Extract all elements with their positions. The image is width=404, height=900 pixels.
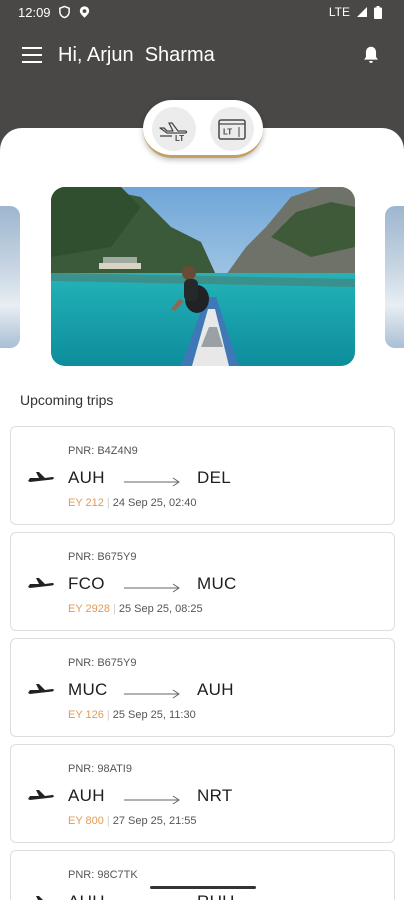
greeting-title: Hi, Arjun Sharma <box>58 44 215 66</box>
flight-lt-icon: LT <box>159 122 188 143</box>
trip-meta: EY 2928 | 25 Sep 25, 08:25 <box>68 603 203 615</box>
trip-meta: EY 126 | 25 Sep 25, 11:30 <box>68 709 196 721</box>
meta-separator: | <box>106 709 110 721</box>
airplane-icon <box>36 896 43 900</box>
battery-icon <box>374 5 382 19</box>
trip-card[interactable]: PNR: 98ATI9 AUH NRT EY 800 | 27 Sep 25, 21… <box>10 744 395 843</box>
trip-meta: EY 800 | 27 Sep 25, 21:55 <box>68 815 197 827</box>
home-indicator <box>150 886 256 889</box>
mode-switcher: LT LT <box>143 100 263 158</box>
location-icon <box>79 6 90 18</box>
departure-datetime: 25 Sep 25, 11:30 <box>112 709 196 721</box>
route-arrow-icon <box>124 689 180 699</box>
menu-icon[interactable] <box>22 46 44 64</box>
origin-code: FCO <box>68 574 105 593</box>
destination-code: DEL <box>197 468 231 487</box>
flight-number: EY 126 <box>68 709 104 721</box>
trip-card[interactable]: PNR: B4Z4N9 AUH DEL EY 212 | 24 Sep 25, 02… <box>10 426 395 525</box>
route-arrow-icon <box>124 583 180 593</box>
status-time: 12:09 <box>18 5 51 20</box>
flight-number: EY 2928 <box>68 603 111 615</box>
flight-number: EY 800 <box>68 815 104 827</box>
lagoon-boat-photo <box>51 187 355 366</box>
card-lt-icon: LT <box>218 119 246 140</box>
route-arrow-icon <box>124 795 180 805</box>
departure-datetime: 25 Sep 25, 08:25 <box>118 603 203 615</box>
app-header: Hi, Arjun Sharma <box>0 34 404 78</box>
destination-code: AUH <box>197 680 234 699</box>
carousel-prev-card[interactable] <box>0 206 20 348</box>
flight-mode-button[interactable]: LT <box>152 107 196 151</box>
upcoming-trips-title: Upcoming trips <box>20 392 114 408</box>
card-mode-button[interactable]: LT <box>210 107 254 151</box>
origin-code: MUC <box>68 680 108 699</box>
hero-banner-image[interactable] <box>51 187 355 366</box>
airplane-icon <box>28 578 54 588</box>
meta-separator: | <box>106 497 110 509</box>
carousel-next-card[interactable] <box>385 206 404 348</box>
trip-card[interactable]: PNR: 98C7TK AUH RUH <box>10 850 395 900</box>
departure-datetime: 24 Sep 25, 02:40 <box>112 497 197 509</box>
route-arrow-icon <box>124 477 180 487</box>
airplane-icon <box>28 790 54 800</box>
origin-code: AUH <box>68 892 105 900</box>
meta-separator: | <box>106 815 110 827</box>
pnr-label: PNR: B675Y9 <box>68 657 137 669</box>
destination-code: RUH <box>197 892 235 900</box>
flight-number: EY 212 <box>68 497 104 509</box>
airplane-icon <box>28 684 54 694</box>
pnr-label: PNR: 98ATI9 <box>68 763 132 775</box>
trip-meta: EY 212 | 24 Sep 25, 02:40 <box>68 497 197 509</box>
airplane-icon <box>28 472 54 482</box>
trip-card[interactable]: PNR: B675Y9 MUC AUH EY 126 | 25 Sep 25, 11… <box>10 638 395 737</box>
signal-icon <box>357 7 367 17</box>
destination-code: NRT <box>197 786 233 805</box>
pnr-label: PNR: B675Y9 <box>68 551 137 563</box>
flight-mode-label: LT <box>175 134 184 143</box>
card-mode-label: LT <box>223 128 232 137</box>
origin-code: AUH <box>68 468 105 487</box>
pnr-label: PNR: 98C7TK <box>68 869 138 881</box>
bell-icon[interactable] <box>360 44 382 66</box>
meta-separator: | <box>113 603 116 615</box>
origin-code: AUH <box>68 786 105 805</box>
shield-icon <box>59 5 70 19</box>
destination-code: MUC <box>197 574 237 593</box>
trip-card[interactable]: PNR: B675Y9 FCO MUC EY 2928 | 25 Sep 25, 0… <box>10 532 395 631</box>
status-bar: 12:09 LTE <box>0 0 404 26</box>
pnr-label: PNR: B4Z4N9 <box>68 445 138 457</box>
departure-datetime: 27 Sep 25, 21:55 <box>112 815 197 827</box>
network-label: LTE <box>328 5 350 19</box>
